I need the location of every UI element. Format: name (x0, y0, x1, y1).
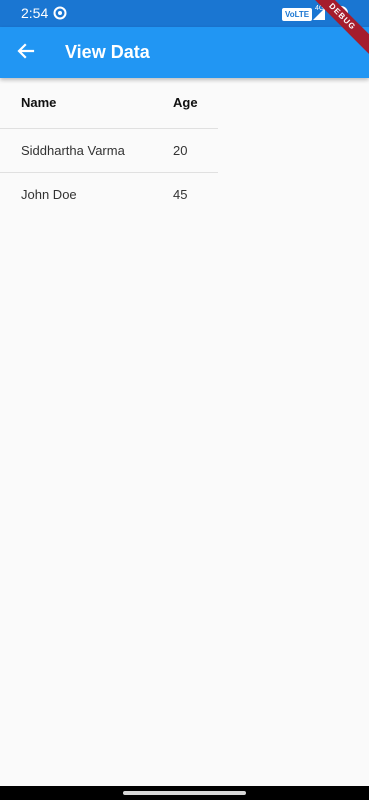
page-title: View Data (65, 42, 150, 62)
cell-name: John Doe (21, 187, 77, 202)
volte-badge: VoLTE (282, 8, 313, 21)
signal-icon (313, 8, 325, 20)
back-button[interactable] (10, 35, 42, 67)
arrow-back-icon (17, 43, 35, 59)
sync-icon (53, 6, 67, 20)
cell-age: 20 (173, 143, 188, 158)
table-row[interactable]: Siddhartha Varma 20 (0, 128, 218, 172)
status-bar: 2:54 VoLTE 4G (0, 0, 369, 27)
system-nav-bar (0, 786, 369, 800)
cell-age: 45 (173, 187, 188, 202)
table-row[interactable]: John Doe 45 (0, 172, 218, 216)
status-time: 2:54 (21, 5, 49, 21)
table-header-row: Name Age (0, 78, 218, 128)
column-header-age[interactable]: Age (173, 78, 198, 128)
cell-name: Siddhartha Varma (21, 143, 125, 158)
data-table: Name Age Siddhartha Varma 20 John Doe 45 (0, 78, 218, 216)
home-gesture-handle[interactable] (123, 791, 246, 795)
column-header-name[interactable]: Name (21, 78, 56, 128)
app-bar: View Data (0, 27, 369, 78)
